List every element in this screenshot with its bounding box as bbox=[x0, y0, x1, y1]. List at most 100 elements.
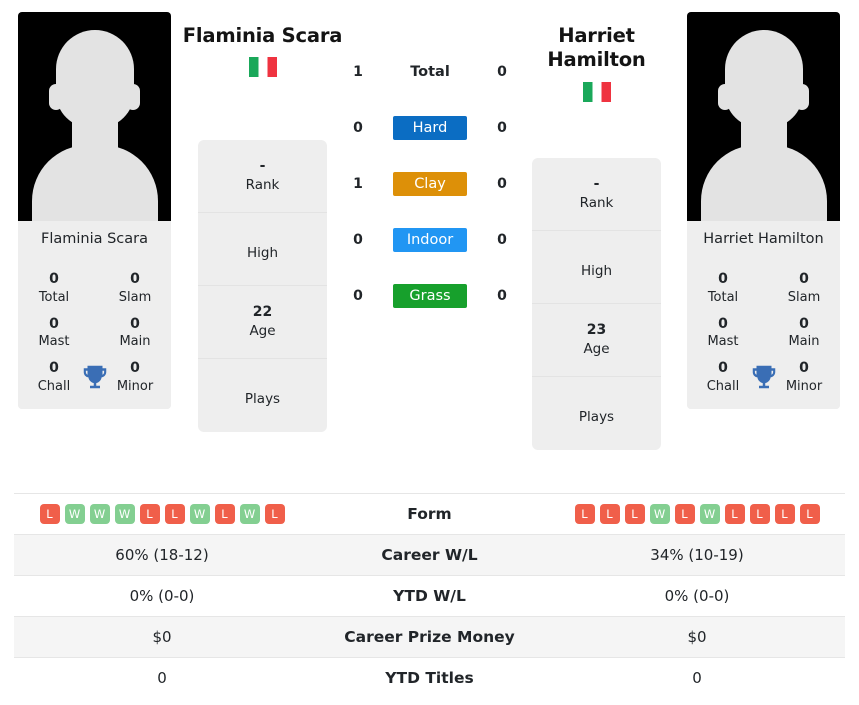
form-badge-loss[interactable]: L bbox=[724, 504, 745, 524]
player-avatar-left bbox=[18, 12, 171, 221]
form-badge-win[interactable]: W bbox=[89, 504, 110, 524]
form-badge-loss[interactable]: L bbox=[214, 504, 235, 524]
player-comparison-header: Flaminia Scara 0 Total 0 Slam 0 Mast 0 M… bbox=[0, 0, 859, 492]
form-badge-loss[interactable]: L bbox=[749, 504, 770, 524]
titles-chall-label-left: Chall bbox=[37, 378, 71, 394]
form-badge-win[interactable]: W bbox=[649, 504, 670, 524]
titles-minor-label-right: Minor bbox=[785, 378, 823, 394]
ytd_titles-right: 0 bbox=[692, 669, 702, 688]
high-label-left: High bbox=[246, 244, 279, 261]
form-strip-left: LWWWLLWLWL bbox=[14, 504, 310, 524]
form-right: LLLWLWLLLL bbox=[549, 494, 845, 535]
info-row-plays-left: Plays bbox=[198, 359, 327, 432]
player-name-block-right: Harriet Hamilton bbox=[509, 24, 684, 106]
info-row-rank-right: - Rank bbox=[532, 158, 661, 231]
titles-slam-label-left: Slam bbox=[118, 290, 152, 306]
form-badge-loss[interactable]: L bbox=[799, 504, 820, 524]
info-row-rank-left: - Rank bbox=[198, 140, 327, 213]
form-badge-win[interactable]: W bbox=[239, 504, 260, 524]
titles-mast-right: 0 Mast bbox=[697, 315, 749, 351]
form-badge-loss[interactable]: L bbox=[674, 504, 695, 524]
player-name-right[interactable]: Harriet Hamilton bbox=[509, 24, 684, 73]
titles-slam-left: 0 Slam bbox=[109, 270, 161, 306]
player-photo-caption-left: Flaminia Scara bbox=[18, 221, 171, 259]
surface-score-left-total: 1 bbox=[353, 64, 363, 80]
table-row-ytd_wl: 0% (0-0) YTD W/L 0% (0-0) bbox=[14, 575, 845, 617]
titles-minor-right: 0 Minor bbox=[778, 359, 830, 395]
info-row-high-left: High bbox=[198, 213, 327, 286]
titles-total-left: 0 Total bbox=[28, 270, 80, 306]
silhouette-body-icon bbox=[700, 145, 827, 221]
form-badge-loss[interactable]: L bbox=[774, 504, 795, 524]
surface-label-hard[interactable]: Hard bbox=[393, 116, 467, 140]
surface-score-left-grass: 0 bbox=[353, 288, 363, 304]
titles-row-total-slam: 0 Total 0 Slam bbox=[28, 270, 161, 306]
titles-summary-right: 0 Total 0 Slam 0 Mast 0 Main 0 Chall 0 M… bbox=[687, 258, 840, 410]
titles-minor-left: 0 Minor bbox=[109, 359, 161, 395]
trophy-icon bbox=[83, 365, 106, 389]
player-photo-caption-right: Harriet Hamilton bbox=[687, 221, 840, 259]
player-name-block-left: Flaminia Scara bbox=[175, 24, 350, 81]
age-value-left: 22 bbox=[252, 303, 273, 320]
titles-chall-left: 0 Chall bbox=[28, 359, 80, 395]
ytd_titles-left: 0 bbox=[157, 669, 167, 688]
titles-total-label-left: Total bbox=[38, 290, 70, 306]
table-row-career_prize: $0 Career Prize Money $0 bbox=[14, 616, 845, 658]
surface-head-to-head: 1 Total 0 0 Hard 0 1 Clay 0 0 Indoor 0 0 Grass 0 bbox=[345, 58, 515, 310]
titles-chall-right: 0 Chall bbox=[697, 359, 749, 395]
titles-row-mast-main: 0 Mast 0 Main bbox=[697, 315, 830, 351]
form-strip-right: LLLWLWLLLL bbox=[549, 504, 845, 524]
form-badge-win[interactable]: W bbox=[64, 504, 85, 524]
form-badge-win[interactable]: W bbox=[114, 504, 135, 524]
surface-row-hard: 0 Hard 0 bbox=[345, 114, 515, 142]
italy-flag-icon bbox=[582, 81, 611, 102]
titles-slam-value-left: 0 bbox=[130, 271, 140, 288]
info-row-age-left: 22 Age bbox=[198, 286, 327, 359]
titles-slam-right: 0 Slam bbox=[778, 270, 830, 306]
titles-total-right: 0 Total bbox=[697, 270, 749, 306]
table-row-label-career_wl: Career W/L bbox=[381, 546, 478, 564]
surface-label-indoor[interactable]: Indoor bbox=[393, 228, 467, 252]
titles-main-left: 0 Main bbox=[109, 315, 161, 351]
silhouette-ear-right-icon bbox=[795, 84, 809, 110]
form-badge-win[interactable]: W bbox=[189, 504, 210, 524]
silhouette-ear-left-icon bbox=[49, 84, 63, 110]
table-row-label-form: Form bbox=[407, 505, 452, 523]
titles-chall-label-right: Chall bbox=[706, 378, 740, 394]
titles-main-label-right: Main bbox=[788, 334, 820, 350]
titles-summary-left: 0 Total 0 Slam 0 Mast 0 Main 0 Chall 0 M… bbox=[18, 258, 171, 410]
surface-row-total: 1 Total 0 bbox=[345, 58, 515, 86]
form-badge-loss[interactable]: L bbox=[599, 504, 620, 524]
career_prize-right: $0 bbox=[687, 628, 707, 646]
form-badge-loss[interactable]: L bbox=[39, 504, 60, 524]
plays-label-right: Plays bbox=[578, 409, 615, 426]
italy-flag-icon bbox=[248, 57, 277, 78]
form-badge-loss[interactable]: L bbox=[264, 504, 285, 524]
surface-label-total[interactable]: Total bbox=[393, 60, 467, 84]
surface-row-grass: 0 Grass 0 bbox=[345, 282, 515, 310]
titles-total-label-right: Total bbox=[707, 290, 739, 306]
titles-slam-value-right: 0 bbox=[799, 271, 809, 288]
table-row-label-ytd_titles: YTD Titles bbox=[385, 669, 474, 688]
surface-score-right-grass: 0 bbox=[497, 288, 507, 304]
form-badge-loss[interactable]: L bbox=[139, 504, 160, 524]
silhouette-ear-right-icon bbox=[126, 84, 140, 110]
titles-mast-left: 0 Mast bbox=[28, 315, 80, 351]
player-info-card-left: - Rank High 22 Age Plays bbox=[198, 140, 327, 432]
surface-label-clay[interactable]: Clay bbox=[393, 172, 467, 196]
titles-main-right: 0 Main bbox=[778, 315, 830, 351]
player-name-left[interactable]: Flaminia Scara bbox=[175, 24, 350, 48]
form-badge-loss[interactable]: L bbox=[574, 504, 595, 524]
titles-mast-label-left: Mast bbox=[38, 334, 70, 350]
titles-main-value-left: 0 bbox=[130, 315, 140, 332]
form-badge-loss[interactable]: L bbox=[164, 504, 185, 524]
silhouette-body-icon bbox=[31, 145, 158, 221]
form-badge-loss[interactable]: L bbox=[624, 504, 645, 524]
titles-mast-value-left: 0 bbox=[49, 315, 59, 332]
high-label-right: High bbox=[580, 262, 613, 279]
surface-label-grass[interactable]: Grass bbox=[393, 284, 467, 308]
form-badge-win[interactable]: W bbox=[699, 504, 720, 524]
titles-total-value-left: 0 bbox=[49, 271, 59, 288]
player-photo-card-right: Harriet Hamilton 0 Total 0 Slam 0 Mast 0… bbox=[687, 12, 840, 410]
age-label-left: Age bbox=[249, 323, 276, 340]
